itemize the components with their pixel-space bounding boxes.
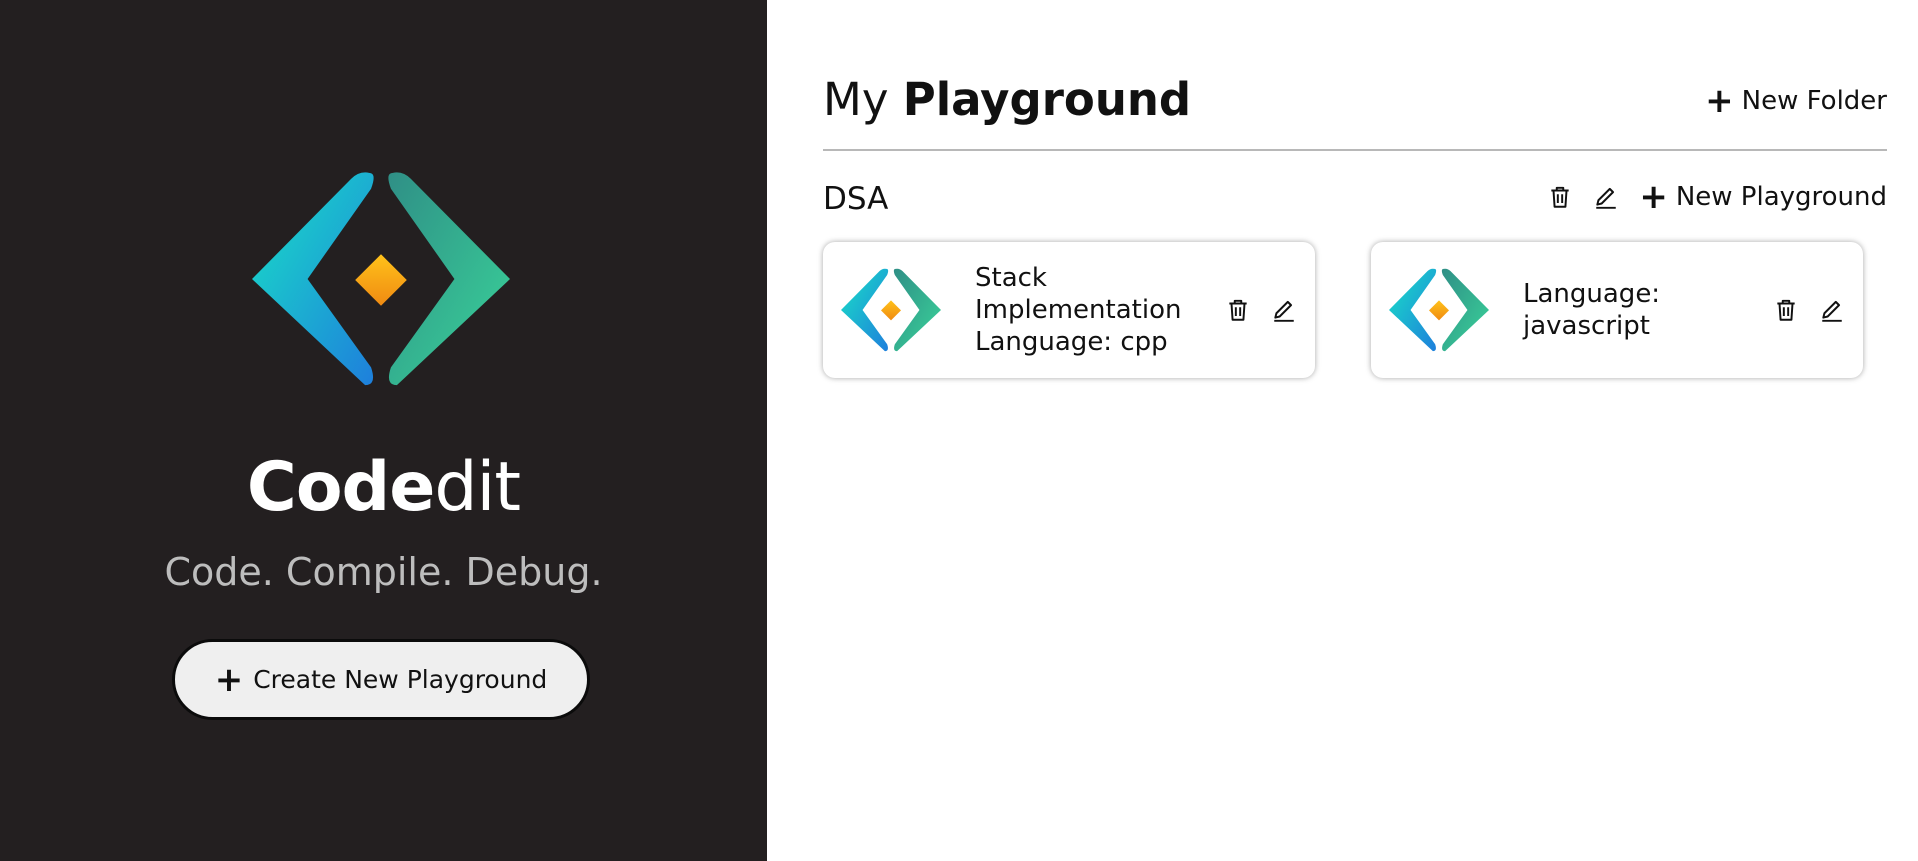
pencil-icon[interactable] [1819,297,1845,323]
new-folder-button[interactable]: + New Folder [1705,84,1887,118]
card-actions [1773,297,1845,323]
brand-title: Codedit [0,448,767,528]
card-language: Language: cpp [975,327,1168,357]
card-actions [1225,297,1297,323]
new-playground-label: New Playground [1675,182,1887,212]
new-playground-button[interactable]: + New Playground [1639,180,1887,214]
create-new-playground-button[interactable]: + Create New Playground [172,639,590,720]
left-panel: Codedit Code. Compile. Debug. + Create N… [0,0,767,861]
trash-icon[interactable] [1547,184,1573,210]
codedit-logo-icon [841,267,941,353]
codedit-logo-icon [1389,267,1489,353]
card-language: Language: javascript [1523,279,1661,341]
trash-icon[interactable] [1773,297,1799,323]
playground-card[interactable]: Stack Implementation Language: cpp [823,242,1315,378]
create-new-playground-label: Create New Playground [253,665,548,694]
trash-icon[interactable] [1225,297,1251,323]
page-title-bold: Playground [902,73,1192,126]
folder-name: DSA [823,181,889,217]
card-text: Language: javascript [1523,278,1773,342]
codedit-logo-icon [252,172,510,386]
pencil-icon[interactable] [1271,297,1297,323]
playground-card[interactable]: Language: javascript [1371,242,1863,378]
new-folder-label: New Folder [1741,86,1887,116]
page-title-light: My [823,73,889,126]
main-panel: My Playground + New Folder DSA + New Pla… [767,0,1918,861]
card-text: Stack Implementation Language: cpp [975,262,1225,358]
brand-title-light: dit [434,448,521,527]
tagline: Code. Compile. Debug. [164,550,603,594]
card-title: Stack Implementation [975,263,1182,325]
page-title: My Playground [823,72,1191,128]
pencil-icon[interactable] [1593,184,1619,210]
brand-title-bold: Code [246,448,435,527]
plus-icon: + [1639,177,1668,217]
plus-icon: + [214,659,244,700]
plus-icon: + [1705,81,1734,121]
folder-actions: + New Playground [1547,180,1887,214]
divider [823,149,1887,151]
